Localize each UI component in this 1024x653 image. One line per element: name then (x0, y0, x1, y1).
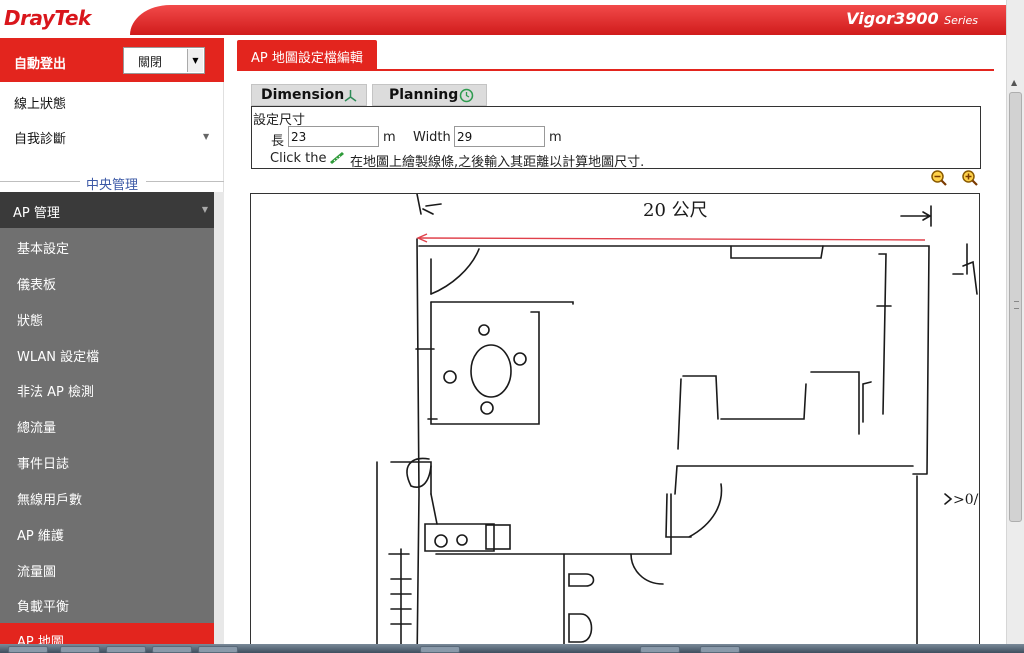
taskbar-button[interactable] (198, 646, 238, 653)
ap-management-submenu: 基本設定 儀表板 狀態 WLAN 設定檔 非法 AP 檢測 總流量 事件日誌 無… (0, 228, 214, 653)
page-title: AP 地圖設定檔編輯 (251, 51, 363, 66)
divider (0, 181, 80, 182)
chevron-down-icon: ▼ (201, 205, 208, 214)
ruler-icon[interactable] (329, 150, 345, 164)
chevron-down-icon[interactable]: ▼ (203, 132, 209, 141)
length-input[interactable] (288, 126, 379, 147)
width-input[interactable] (454, 126, 545, 147)
zoom-out-icon[interactable] (930, 169, 948, 187)
length-unit: m (383, 130, 396, 145)
sidebar-item-status[interactable]: 狀態 (17, 310, 43, 329)
tab-ap-map-profile-edit[interactable]: AP 地圖設定檔編輯 (237, 40, 377, 70)
taskbar-button[interactable] (420, 646, 460, 653)
width-label: Width (413, 130, 451, 145)
start-button[interactable] (8, 646, 48, 653)
auto-logout-value: 關閉 (138, 55, 163, 69)
zoom-in-icon[interactable] (961, 169, 979, 187)
hint-prefix: Click the (270, 151, 327, 166)
model-name: Vigor3900 Series (846, 9, 978, 28)
scroll-up-icon[interactable]: ▲ (1011, 78, 1017, 87)
tab-planning[interactable]: Planning (372, 84, 487, 106)
ap-management-label: AP 管理 (13, 206, 60, 221)
chevron-down-icon[interactable]: ▼ (187, 49, 203, 72)
app-window: DrayTek Vigor3900 Series 自動登出 關閉 ▼ 線上狀態 … (0, 0, 1024, 653)
sidebar-item-load-balance[interactable]: 負載平衡 (17, 596, 69, 615)
sidebar-item-rogue-ap[interactable]: 非法 AP 檢測 (17, 381, 94, 400)
tab-dimension-label: Dimension (261, 87, 345, 103)
sidebar-item-total-traffic[interactable]: 總流量 (17, 417, 56, 436)
sidebar: 自動登出 關閉 ▼ 線上狀態 自我診斷 ▼ 中央管理 AP 管理 ▼ 基本設定 … (0, 38, 224, 653)
sidebar-item-online-status[interactable]: 線上狀態 (14, 93, 66, 112)
taskbar-button[interactable] (152, 646, 192, 653)
sidebar-item-station-number[interactable]: 無線用戶數 (17, 489, 82, 508)
sketch-annotation-right: >0/ (953, 492, 979, 508)
taskbar-button[interactable] (640, 646, 680, 653)
sidebar-item-basic-settings[interactable]: 基本設定 (17, 238, 69, 257)
taskbar-button[interactable] (60, 646, 100, 653)
sidebar-scrollbar[interactable] (214, 192, 224, 653)
floor-plan-map[interactable]: 20 公尺 >0/ (250, 193, 980, 653)
tab-dimension[interactable]: Dimension (251, 84, 367, 106)
hint-suffix: 在地圖上繪製線條,之後輸入其距離以計算地圖尺寸. (350, 155, 645, 170)
header-bar: DrayTek Vigor3900 Series (0, 0, 1006, 38)
length-label: 長 (271, 134, 285, 149)
auto-logout-select[interactable]: 關閉 ▼ (123, 47, 205, 74)
sidebar-item-diagnostics[interactable]: 自我診斷 (14, 128, 66, 147)
auto-logout-bar: 自動登出 關閉 ▼ (0, 38, 224, 82)
draytek-logo: DrayTek (4, 6, 91, 30)
grip-icon (1014, 301, 1019, 309)
clock-icon (459, 88, 474, 103)
scrollbar-thumb[interactable] (1009, 92, 1022, 522)
auto-logout-label: 自動登出 (14, 57, 67, 72)
divider (146, 181, 224, 182)
sketch-annotation-top: 20 公尺 (643, 200, 708, 221)
tab-planning-label: Planning (389, 87, 459, 103)
sidebar-item-ap-management[interactable]: AP 管理 ▼ (0, 192, 214, 228)
taskbar-button[interactable] (106, 646, 146, 653)
sidebar-item-traffic-graph[interactable]: 流量圖 (17, 561, 56, 580)
main-content: AP 地圖設定檔編輯 Dimension Planning 設定尺寸 長 m W… (224, 38, 1006, 653)
page-scrollbar[interactable]: ▲ (1006, 0, 1024, 653)
floor-plan-sketch[interactable]: 20 公尺 >0/ (251, 194, 980, 653)
dimension-settings-panel: 設定尺寸 長 m Width m Click the 在地圖上繪製線條,之後輸入… (251, 106, 981, 170)
sidebar-item-ap-maintenance[interactable]: AP 維護 (17, 525, 64, 544)
taskbar-button[interactable] (700, 646, 740, 653)
measurement-line[interactable] (416, 233, 926, 243)
dimension-icon (344, 90, 357, 102)
sidebar-item-wlan-profile[interactable]: WLAN 設定檔 (17, 346, 99, 365)
sidebar-item-event-log[interactable]: 事件日誌 (17, 453, 69, 472)
tab-underline (237, 69, 994, 71)
central-management-label: 中央管理 (84, 174, 141, 193)
width-unit: m (549, 130, 562, 145)
sidebar-item-dashboard[interactable]: 儀表板 (17, 274, 56, 293)
